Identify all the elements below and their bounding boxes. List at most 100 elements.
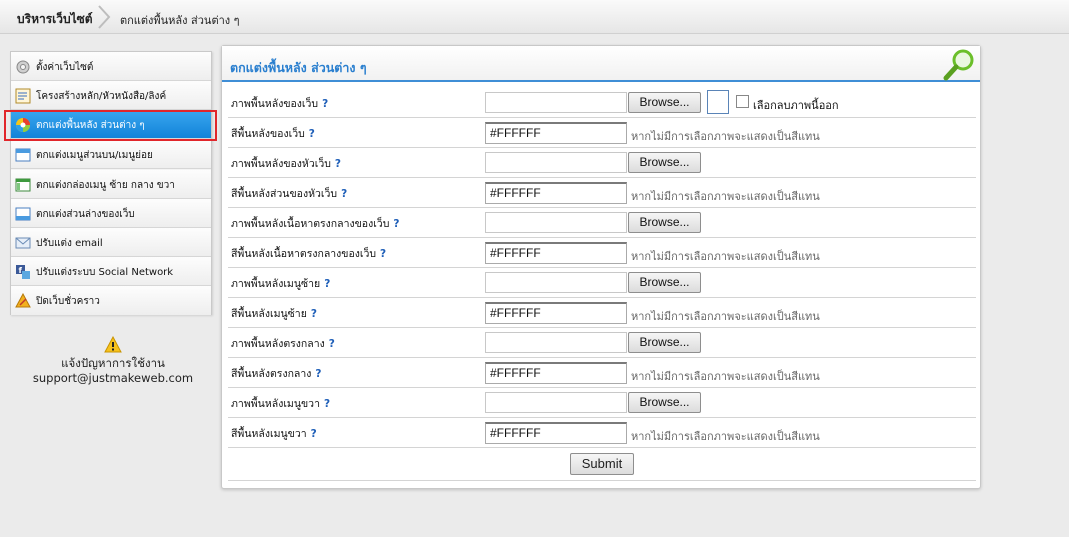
help-icon[interactable]: ? (380, 248, 386, 260)
submit-button[interactable]: Submit (570, 453, 634, 475)
help-icon[interactable]: ? (311, 308, 317, 320)
color-input[interactable]: #FFFFFF (485, 302, 627, 324)
gear-icon (16, 60, 30, 74)
field-label: สีพื้นหลังส่วนของหัวเว็บ? (231, 188, 348, 200)
remove-image-checkbox[interactable] (736, 95, 749, 108)
row-header-bg-image: ภาพพื้นหลังของหัวเว็บ? Browse... (228, 148, 976, 178)
support-text: แจ้งปัญหาการใช้งาน (61, 356, 165, 370)
row-center-bg-color: สีพื้นหลังตรงกลาง? #FFFFFF หากไม่มีการเล… (228, 358, 976, 388)
row-site-bg-color: สีพื้นหลังของเว็บ? #FFFFFF หากไม่มีการเล… (228, 118, 976, 148)
sidebar-item-site-settings[interactable]: ตั้งค่าเว็บไซต์ (11, 52, 211, 81)
help-icon[interactable]: ? (309, 128, 315, 140)
field-label: สีพื้นหลังเมนูขวา? (231, 428, 317, 440)
browse-button[interactable]: Browse... (628, 212, 701, 233)
color-input[interactable]: #FFFFFF (485, 122, 627, 144)
row-right-menu-bg-image: ภาพพื้นหลังเมนูขวา? Browse... (228, 388, 976, 418)
help-icon[interactable]: ? (324, 398, 330, 410)
email-icon (15, 237, 31, 249)
row-left-menu-bg-color: สีพื้นหลังเมนูซ้าย? #FFFFFF หากไม่มีการเ… (228, 298, 976, 328)
sidebar-item-maintenance[interactable]: ปิดเว็บชั่วคราว (11, 286, 211, 315)
help-icon[interactable]: ? (335, 158, 341, 170)
file-path-field[interactable] (485, 392, 627, 413)
sidebar-item-social-network[interactable]: f ปรับแต่งระบบ Social Network (11, 257, 211, 286)
field-label: ภาพพื้นหลังตรงกลาง? (231, 338, 335, 350)
panel-header: ตกแต่งพื้นหลัง ส่วนต่าง ๆ (222, 46, 980, 82)
help-icon[interactable]: ? (311, 428, 317, 440)
field-label: สีพื้นหลังของเว็บ? (231, 128, 315, 140)
field-label: ภาพพื้นหลังเนื้อหาตรงกลางของเว็บ? (231, 218, 400, 230)
file-path-field[interactable] (485, 212, 627, 233)
help-icon[interactable]: ? (315, 368, 321, 380)
file-path-field[interactable] (485, 152, 627, 173)
row-left-menu-bg-image: ภาพพื้นหลังเมนูซ้าย? Browse... (228, 268, 976, 298)
file-path-field[interactable] (485, 332, 627, 353)
color-note: หากไม่มีการเลือกภาพจะแสดงเป็นสีแทน (631, 250, 820, 263)
support-email[interactable]: support@justmakeweb.com (10, 371, 216, 386)
sidebar-item-label: ตกแต่งกล่องเมนู ซ้าย กลาง ขวา (36, 180, 175, 191)
sidebar-item-label: ตั้งค่าเว็บไซต์ (36, 62, 94, 73)
browse-button[interactable]: Browse... (628, 332, 701, 353)
warning-tools-icon (15, 293, 31, 308)
remove-image-label: เลือกลบภาพนี้ออก (753, 99, 839, 112)
window-top-icon (15, 148, 31, 162)
window-columns-icon (15, 178, 31, 192)
sidebar-item-email[interactable]: ปรับแต่ง email (11, 228, 211, 257)
help-icon[interactable]: ? (341, 188, 347, 200)
breadcrumb-home[interactable]: บริหารเว็บไซต์ (17, 10, 93, 29)
sidebar-item-menu-boxes[interactable]: ตกแต่งกล่องเมนู ซ้าย กลาง ขวา (11, 170, 211, 199)
file-path-field[interactable] (485, 272, 627, 293)
color-note: หากไม่มีการเลือกภาพจะแสดงเป็นสีแทน (631, 370, 820, 383)
breadcrumb: บริหารเว็บไซต์ ตกแต่งพื้นหลัง ส่วนต่าง ๆ (0, 0, 1069, 34)
submit-row: Submit (228, 449, 976, 481)
color-input[interactable]: #FFFFFF (485, 242, 627, 264)
color-input[interactable]: #FFFFFF (485, 182, 627, 204)
field-label: ภาพพื้นหลังเมนูซ้าย? (231, 278, 331, 290)
breadcrumb-current: ตกแต่งพื้นหลัง ส่วนต่าง ๆ (120, 14, 240, 27)
color-note: หากไม่มีการเลือกภาพจะแสดงเป็นสีแทน (631, 130, 820, 143)
help-icon[interactable]: ? (324, 278, 330, 290)
browse-button[interactable]: Browse... (628, 92, 701, 113)
row-right-menu-bg-color: สีพื้นหลังเมนูขวา? #FFFFFF หากไม่มีการเล… (228, 418, 976, 448)
window-bottom-icon (15, 207, 31, 221)
sidebar-item-label: โครงสร้างหลัก/หัวหนังสือ/ลิงค์ (36, 91, 167, 102)
row-header-bg-color: สีพื้นหลังส่วนของหัวเว็บ? #FFFFFF หากไม่… (228, 178, 976, 208)
panel-title: ตกแต่งพื้นหลัง ส่วนต่าง ๆ (230, 60, 367, 75)
field-label: สีพื้นหลังเมนูซ้าย? (231, 308, 317, 320)
sidebar-item-label: ตกแต่งเมนูส่วนบน/เมนูย่อย (36, 150, 153, 161)
help-icon[interactable]: ? (329, 338, 335, 350)
field-label: ภาพพื้นหลังเมนูขวา? (231, 398, 331, 410)
chevron-right-icon (98, 5, 111, 29)
sidebar-item-label: ตกแต่งส่วนล่างของเว็บ (36, 209, 135, 220)
svg-text:f: f (19, 266, 23, 275)
browse-button[interactable]: Browse... (628, 272, 701, 293)
row-site-bg-image: ภาพพื้นหลังของเว็บ? Browse... เลือกลบภาพ… (228, 88, 976, 118)
settings-panel: ตกแต่งพื้นหลัง ส่วนต่าง ๆ ภาพพื้นหลังของ… (221, 45, 981, 489)
sidebar-item-top-menu[interactable]: ตกแต่งเมนูส่วนบน/เมนูย่อย (11, 140, 211, 169)
sidebar-item-structure[interactable]: โครงสร้างหลัก/หัวหนังสือ/ลิงค์ (11, 81, 211, 110)
browse-button[interactable]: Browse... (628, 152, 701, 173)
sidebar-item-backgrounds[interactable]: ตกแต่งพื้นหลัง ส่วนต่าง ๆ (11, 110, 211, 139)
row-content-bg-image: ภาพพื้นหลังเนื้อหาตรงกลางของเว็บ? Browse… (228, 208, 976, 238)
image-preview (707, 90, 729, 114)
field-label: ภาพพื้นหลังของเว็บ? (231, 98, 329, 110)
sidebar-item-label: ปรับแต่ง email (36, 238, 103, 249)
color-input[interactable]: #FFFFFF (485, 422, 627, 444)
magnifier-icon (943, 49, 974, 81)
color-input[interactable]: #FFFFFF (485, 362, 627, 384)
sidebar-item-label: ปรับแต่งระบบ Social Network (36, 267, 174, 278)
form-icon (15, 88, 31, 104)
row-content-bg-color: สีพื้นหลังเนื้อหาตรงกลางของเว็บ? #FFFFFF… (228, 238, 976, 268)
row-center-bg-image: ภาพพื้นหลังตรงกลาง? Browse... (228, 328, 976, 358)
sidebar-item-label: ตกแต่งพื้นหลัง ส่วนต่าง ๆ (36, 120, 145, 131)
field-label: สีพื้นหลังเนื้อหาตรงกลางของเว็บ? (231, 248, 387, 260)
file-path-field[interactable] (485, 92, 627, 113)
help-icon[interactable]: ? (322, 98, 328, 110)
warning-icon (104, 336, 122, 353)
help-icon[interactable]: ? (393, 218, 399, 230)
sidebar-item-footer[interactable]: ตกแต่งส่วนล่างของเว็บ (11, 199, 211, 228)
browse-button[interactable]: Browse... (628, 392, 701, 413)
color-wheel-icon (16, 118, 30, 132)
support-info: แจ้งปัญหาการใช้งาน support@justmakeweb.c… (10, 336, 216, 386)
sidebar: ตั้งค่าเว็บไซต์ โครงสร้างหลัก/หัวหนังสือ… (10, 51, 212, 315)
color-note: หากไม่มีการเลือกภาพจะแสดงเป็นสีแทน (631, 430, 820, 443)
